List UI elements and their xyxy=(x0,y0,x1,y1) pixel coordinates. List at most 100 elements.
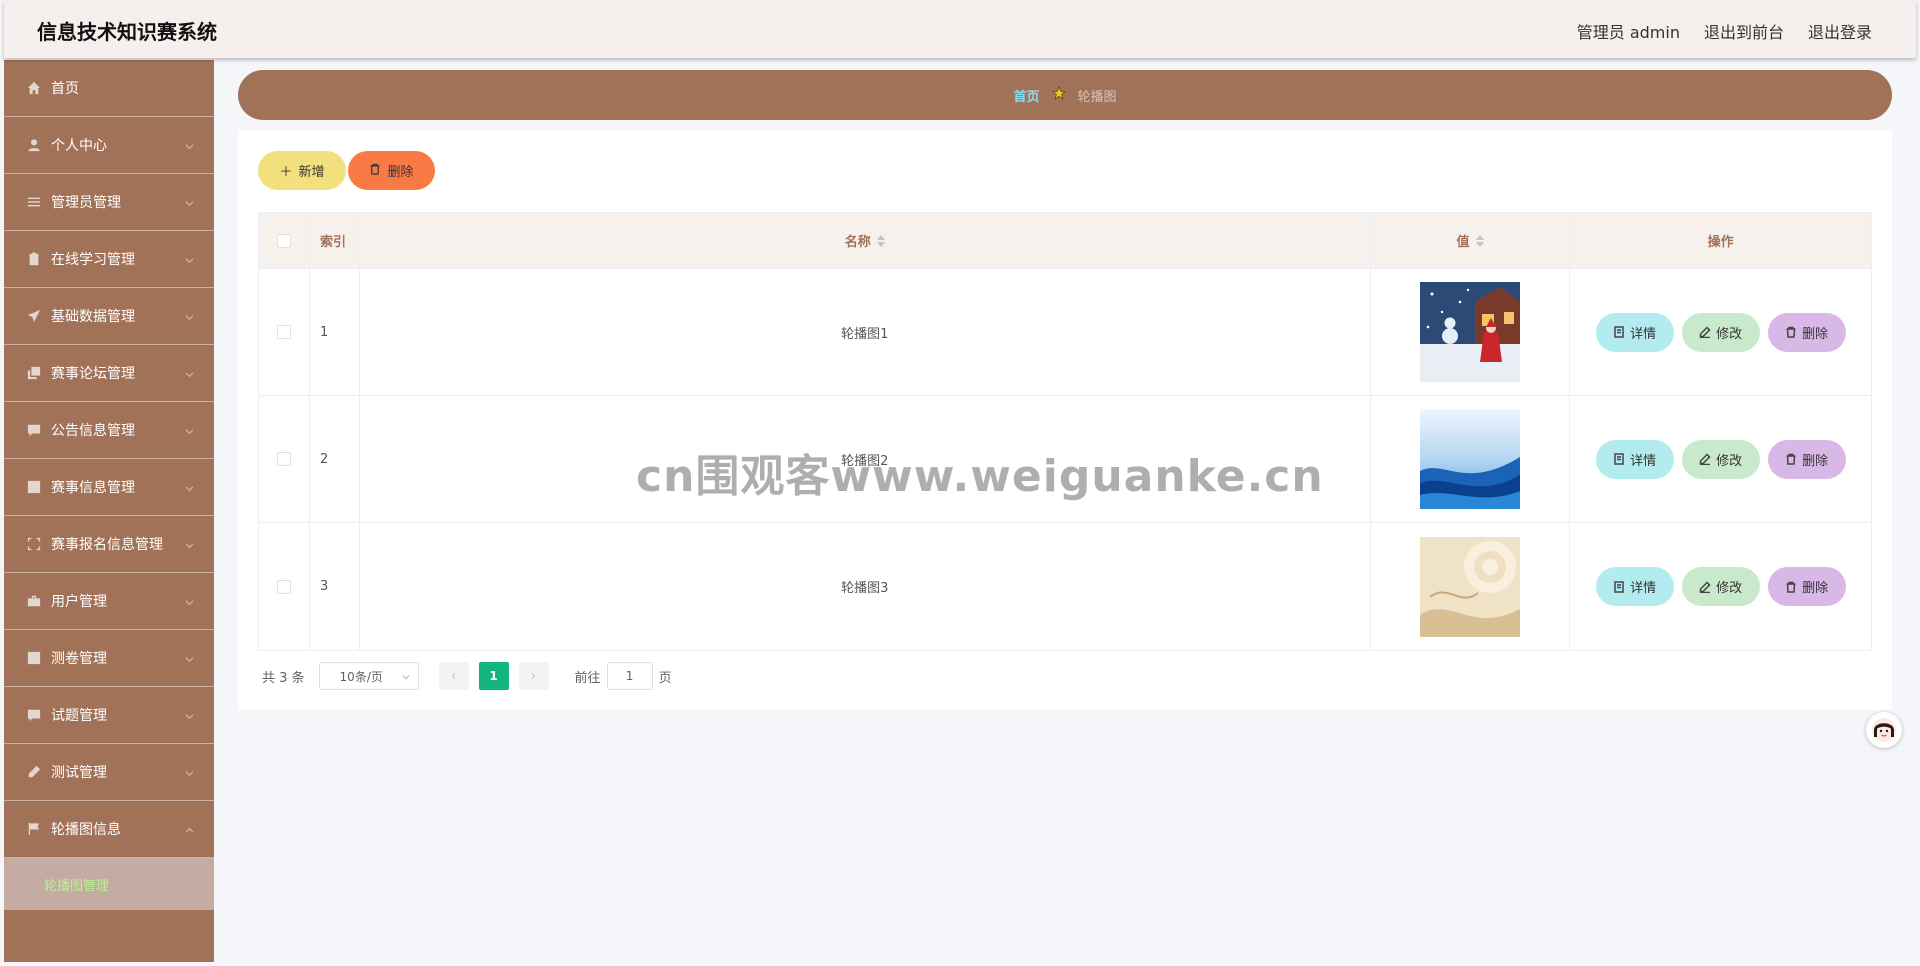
top-links: 管理员 admin 退出到前台 退出登录 xyxy=(1577,19,1872,43)
user-icon xyxy=(26,138,41,153)
table-row: 1 轮播图1 详情 修改 删除 xyxy=(259,269,1871,396)
prev-page-button[interactable]: ‹ xyxy=(438,662,469,690)
row-name: 轮播图3 xyxy=(360,523,1371,650)
plus-icon: ＋ xyxy=(279,165,293,180)
logout-link[interactable]: 退出登录 xyxy=(1808,19,1872,43)
row-checkbox[interactable] xyxy=(276,452,291,466)
row-index: 1 xyxy=(310,269,360,395)
sort-icon[interactable] xyxy=(1475,234,1484,247)
breadcrumb-home-link[interactable]: 首页 xyxy=(1013,86,1039,105)
edit-button[interactable]: 修改 xyxy=(1681,439,1760,479)
table-row: 3 轮播图3 详情 修改 删除 xyxy=(259,523,1871,650)
chevron-down-icon xyxy=(185,253,194,264)
row-checkbox[interactable] xyxy=(276,325,291,339)
chevron-right-icon: › xyxy=(530,668,537,684)
row-actions: 详情 修改 删除 xyxy=(1570,396,1871,522)
sidebar-item-online-learning[interactable]: 在线学习管理 xyxy=(4,231,214,288)
sidebar-item-forum[interactable]: 赛事论坛管理 xyxy=(4,345,214,402)
remove-button[interactable]: 删除 xyxy=(1767,312,1846,352)
sidebar-item-test-papers[interactable]: 测卷管理 xyxy=(4,630,214,687)
cream-rose-thumbnail xyxy=(1420,536,1520,637)
sidebar-item-announcements[interactable]: 公告信息管理 xyxy=(4,402,214,459)
row-index: 2 xyxy=(310,396,360,522)
sidebar-item-base-data[interactable]: 基础数据管理 xyxy=(4,288,214,345)
santa-snow-thumbnail xyxy=(1420,282,1520,382)
trash-icon xyxy=(1786,581,1796,593)
chevron-down-icon xyxy=(185,367,194,378)
chevron-down-icon xyxy=(185,709,194,720)
goto-page-input[interactable]: 1 xyxy=(606,662,653,690)
chevron-down-icon xyxy=(185,538,194,549)
document-icon xyxy=(1614,453,1624,465)
send-icon xyxy=(26,309,41,324)
sidebar-item-tests[interactable]: 测试管理 xyxy=(4,744,214,801)
current-user-label[interactable]: 管理员 admin xyxy=(1577,19,1680,43)
select-all-checkbox[interactable] xyxy=(276,233,291,248)
page-size-select[interactable]: 10条/页 xyxy=(318,662,419,690)
table-row: 2 轮播图2 详情 修改 删除 xyxy=(259,396,1871,523)
add-button[interactable]: ＋ 新增 xyxy=(258,151,346,190)
chevron-left-icon: ‹ xyxy=(450,668,457,684)
sidebar-item-label: 管理员管理 xyxy=(51,195,121,211)
delete-button[interactable]: 删除 xyxy=(348,151,435,190)
detail-button[interactable]: 详情 xyxy=(1595,439,1674,479)
edit-icon xyxy=(1699,326,1711,338)
chevron-down-icon xyxy=(185,481,194,492)
total-count: 共 3 条 xyxy=(262,670,305,686)
row-value-cell xyxy=(1371,523,1571,650)
trash-icon xyxy=(1786,453,1796,465)
next-page-button[interactable]: › xyxy=(518,662,549,690)
trash-icon xyxy=(369,163,381,179)
sidebar-item-label: 公告信息管理 xyxy=(51,423,135,439)
header-value[interactable]: 值 xyxy=(1371,213,1571,268)
remove-button[interactable]: 删除 xyxy=(1767,439,1846,479)
edit-button-label: 修改 xyxy=(1716,326,1743,342)
exit-to-front-link[interactable]: 退出到前台 xyxy=(1704,19,1784,43)
sidebar: 首页 个人中心 管理员管理 在线学习管理 基础数据管理 赛事论坛管理 公告信息管… xyxy=(4,60,214,962)
sidebar-item-label: 个人中心 xyxy=(51,138,107,154)
edit-icon xyxy=(1699,453,1711,465)
edit-button[interactable]: 修改 xyxy=(1681,567,1760,606)
sidebar-item-carousel-info[interactable]: 轮播图信息 xyxy=(4,801,214,858)
row-checkbox-cell xyxy=(259,269,310,395)
detail-button[interactable]: 详情 xyxy=(1595,312,1674,352)
chevron-down-icon xyxy=(185,139,194,150)
sidebar-item-personal-center[interactable]: 个人中心 xyxy=(4,117,214,174)
row-name: 轮播图2 xyxy=(360,396,1371,522)
remove-button-label: 删除 xyxy=(1802,326,1829,342)
sidebar-subitem-carousel-management[interactable]: 轮播图管理 xyxy=(4,858,214,910)
remove-button[interactable]: 删除 xyxy=(1767,567,1846,606)
main-card: ＋ 新增 删除 索引 名称 值 操作 1 轮播图1 详情 修改 删除 2 轮播图… xyxy=(238,130,1892,710)
app-title: 信息技术知识赛系统 xyxy=(37,20,217,44)
detail-button[interactable]: 详情 xyxy=(1595,567,1674,606)
chevron-down-icon xyxy=(185,652,194,663)
sidebar-item-label: 赛事论坛管理 xyxy=(51,366,135,382)
detail-button-label: 详情 xyxy=(1630,326,1657,342)
sidebar-item-label: 基础数据管理 xyxy=(51,309,135,325)
goto-prefix: 前往 xyxy=(574,670,601,686)
sidebar-item-events[interactable]: 赛事信息管理 xyxy=(4,459,214,516)
edit-icon xyxy=(1699,580,1711,593)
assistant-avatar[interactable] xyxy=(1866,712,1902,748)
sidebar-item-home[interactable]: 首页 xyxy=(4,60,214,117)
edit-button[interactable]: 修改 xyxy=(1681,312,1760,352)
row-checkbox[interactable] xyxy=(276,579,291,594)
row-checkbox-cell xyxy=(259,396,310,522)
sidebar-item-users[interactable]: 用户管理 xyxy=(4,573,214,630)
row-value-cell xyxy=(1371,396,1571,522)
message-icon xyxy=(26,423,41,438)
sidebar-item-label: 轮播图信息 xyxy=(51,822,121,838)
sidebar-item-questions[interactable]: 试题管理 xyxy=(4,687,214,744)
sidebar-item-label: 首页 xyxy=(51,81,79,97)
sidebar-item-admin-management[interactable]: 管理员管理 xyxy=(4,174,214,231)
no-edit-icon xyxy=(26,765,41,780)
breadcrumb: 首页 轮播图 xyxy=(238,70,1892,120)
header-name[interactable]: 名称 xyxy=(360,213,1371,268)
sidebar-item-registrations[interactable]: 赛事报名信息管理 xyxy=(4,516,214,573)
chevron-down-icon xyxy=(185,766,194,777)
flag-icon xyxy=(26,822,41,837)
page-number-current[interactable]: 1 xyxy=(478,662,509,690)
top-bar: 信息技术知识赛系统 管理员 admin 退出到前台 退出登录 xyxy=(4,0,1916,58)
sort-icon[interactable] xyxy=(876,234,885,247)
header-index: 索引 xyxy=(310,213,360,268)
